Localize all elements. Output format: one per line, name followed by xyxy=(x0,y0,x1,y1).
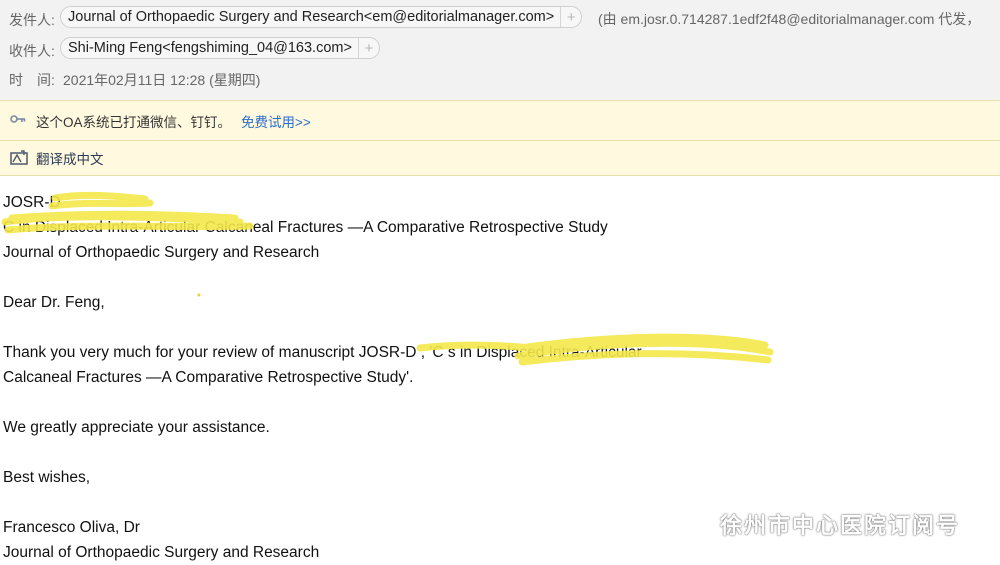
wechat-icon xyxy=(678,507,714,541)
from-proxy-text: (由 em.josr.0.714287.1edf2f48@editorialma… xyxy=(598,11,981,27)
to-label: 收件人: xyxy=(9,43,55,59)
oa-promo-banner: 这个OA系统已打通微信、钉钉。 免费试用>> xyxy=(0,100,1000,140)
to-chip[interactable]: Shi-Ming Feng<fengshiming_04@163.com> + xyxy=(60,37,380,59)
time-value: 2021年02月11日 12:28 (星期四) xyxy=(63,72,261,88)
paragraph-thanks-line2: Calcaneal Fractures —A Comparative Retro… xyxy=(3,369,414,386)
paragraph-appreciation: We greatly appreciate your assistance. xyxy=(3,419,270,436)
paragraph-thanks-line1: Thank you very much for your review of m… xyxy=(3,344,642,361)
journal-name: Journal of Orthopaedic Surgery and Resea… xyxy=(3,244,320,261)
greeting: Dear Dr. Feng, xyxy=(3,294,105,311)
manuscript-title: C in Displaced Intra-Articular Calcaneal… xyxy=(3,219,608,236)
key-icon xyxy=(10,113,26,128)
translate-banner: 翻译成中文 xyxy=(0,140,1000,176)
from-chip-text: Journal of Orthopaedic Surgery and Resea… xyxy=(68,9,555,25)
email-header: 发件人: Journal of Orthopaedic Surgery and … xyxy=(0,0,1000,100)
to-add-contact-icon[interactable]: + xyxy=(357,38,379,58)
closing: Best wishes, xyxy=(3,469,91,486)
from-label: 发件人: xyxy=(9,12,55,28)
translate-icon xyxy=(10,149,28,168)
translate-link[interactable]: 翻译成中文 xyxy=(36,148,104,168)
to-chip-text: Shi-Ming Feng<fengshiming_04@163.com> xyxy=(68,40,352,56)
email-body: JOSR-D C in Displaced Intra-Articular Ca… xyxy=(3,190,642,565)
watermark: 徐州市中心医院订阅号 xyxy=(678,507,960,541)
oa-promo-text: 这个OA系统已打通微信、钉钉。 免费试用>> xyxy=(36,111,311,131)
signature-name: Francesco Oliva, Dr xyxy=(3,519,140,536)
free-trial-link[interactable]: 免费试用>> xyxy=(241,115,311,130)
from-chip[interactable]: Journal of Orthopaedic Surgery and Resea… xyxy=(60,6,583,28)
watermark-text: 徐州市中心医院订阅号 xyxy=(720,513,961,538)
manuscript-id: JOSR-D xyxy=(3,194,61,211)
from-add-contact-icon[interactable]: + xyxy=(560,7,581,27)
oa-promo-message: 这个OA系统已打通微信、钉钉。 xyxy=(36,114,232,130)
signature-org: Journal of Orthopaedic Surgery and Resea… xyxy=(3,544,320,561)
time-label: 时 间: xyxy=(9,72,55,88)
